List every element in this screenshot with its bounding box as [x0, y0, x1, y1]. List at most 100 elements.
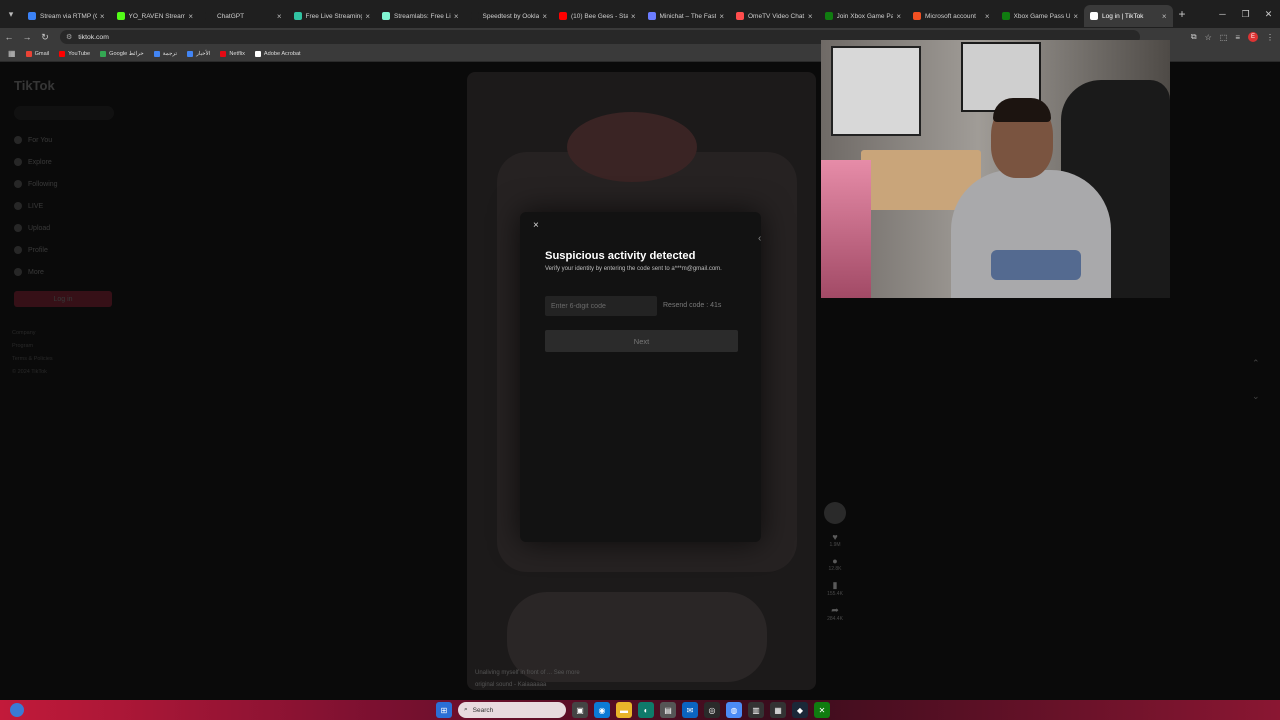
browser-tab[interactable]: Speedtest by Ookla × [465, 5, 554, 27]
widgets-icon[interactable] [10, 703, 24, 717]
bookmark-item[interactable]: ترجمة [153, 50, 177, 57]
tab-label: Free Live Streaming [305, 12, 363, 20]
video-sound[interactable]: original sound - Kaiaaaaaa [475, 682, 546, 688]
sidebar-item-more[interactable]: More [14, 268, 44, 276]
tab-close-icon[interactable]: × [277, 12, 282, 21]
bookmark-item[interactable]: Gmail [25, 50, 49, 57]
tiktok-logo[interactable]: TikTok [14, 78, 55, 93]
comment-button[interactable]: ● 12.8K [828, 556, 841, 572]
forward-icon[interactable]: → [18, 32, 36, 42]
more-icon [14, 268, 22, 276]
tab-close-icon[interactable]: × [188, 12, 193, 21]
sidebar-item-following[interactable]: Following [14, 180, 58, 188]
browser-tab[interactable]: Microsoft account × [907, 5, 996, 27]
sidebar-toggle-icon[interactable]: ≡ [1235, 33, 1240, 42]
footer-link[interactable]: Program [12, 343, 33, 349]
bookmark-item[interactable]: Google خرائط [100, 50, 144, 57]
minimize-icon[interactable]: ─ [1211, 0, 1234, 28]
tab-close-icon[interactable]: × [542, 12, 547, 21]
sidebar-item-for-you[interactable]: For You [14, 136, 52, 144]
browser-tab[interactable]: Join Xbox Game Pa × [819, 5, 908, 27]
task-view-icon[interactable]: ▣ [572, 702, 588, 718]
creator-avatar[interactable] [824, 502, 846, 524]
copilot-icon[interactable]: ◉ [594, 702, 610, 718]
maximize-icon[interactable]: ❐ [1234, 0, 1257, 28]
app-icon[interactable]: ▥ [748, 702, 764, 718]
tab-close-icon[interactable]: × [1073, 12, 1078, 21]
bookmark-favicon-icon [25, 50, 32, 57]
sidebar-login-button[interactable]: Log in [14, 291, 112, 307]
edge-icon[interactable]: ◐ [638, 702, 654, 718]
tab-close-icon[interactable]: × [808, 12, 813, 21]
tab-close-icon[interactable]: × [631, 12, 636, 21]
browser-tab[interactable]: OmeTV Video Chat × [730, 5, 819, 27]
app-icon[interactable]: ◎ [704, 702, 720, 718]
chevron-up-icon[interactable]: ⌃ [1252, 358, 1260, 369]
chevron-left-icon[interactable]: ‹ [758, 233, 761, 244]
tab-close-icon[interactable]: × [985, 12, 990, 21]
install-app-icon[interactable]: ⧉ [1191, 32, 1197, 42]
next-button[interactable]: Next [545, 330, 738, 352]
close-icon[interactable]: × [533, 220, 539, 231]
browser-tab[interactable]: Minichat – The Fast × [642, 5, 731, 27]
sidebar-item-explore[interactable]: Explore [14, 158, 52, 166]
code-input[interactable] [545, 296, 657, 316]
close-window-icon[interactable]: ✕ [1257, 0, 1280, 28]
file-explorer-icon[interactable]: ▬ [616, 702, 632, 718]
store-icon[interactable]: ▤ [660, 702, 676, 718]
profile-avatar[interactable]: E [1248, 32, 1258, 42]
app-icon[interactable]: ▦ [770, 702, 786, 718]
tab-favicon-icon [293, 12, 302, 20]
bookmark-item[interactable]: Adobe Acrobat [254, 50, 301, 57]
browser-tab[interactable]: Free Live Streaming × [288, 5, 377, 27]
browser-tab[interactable]: YO_RAVEN Stream × [111, 5, 200, 27]
tab-close-icon[interactable]: × [365, 12, 370, 21]
save-button[interactable]: ▮ 155.4K [827, 580, 843, 597]
people-icon [14, 180, 22, 188]
browser-tab[interactable]: ChatGPT × [199, 5, 288, 27]
footer-link[interactable]: Terms & Policies [12, 356, 53, 362]
sidebar-search-input[interactable] [14, 106, 114, 120]
webcam-overlay [821, 40, 1170, 298]
reload-icon[interactable]: ↻ [36, 32, 54, 43]
chevron-down-icon[interactable]: ⌄ [1252, 391, 1260, 402]
tab-close-icon[interactable]: × [100, 12, 105, 21]
bookmark-star-icon[interactable]: ☆ [1205, 33, 1212, 42]
windows-start-icon[interactable]: ⊞ [436, 702, 452, 718]
sidebar-item-upload[interactable]: Upload [14, 224, 50, 232]
bookmark-item[interactable]: Netflix [220, 50, 245, 57]
new-tab-icon[interactable]: + [1179, 7, 1186, 21]
steam-icon[interactable]: ◆ [792, 702, 808, 718]
browser-tab[interactable]: Streamlabs: Free Li × [376, 5, 465, 27]
resend-code-link[interactable]: Resend code : 41s [663, 302, 721, 309]
sidebar-item-live[interactable]: LIVE [14, 202, 43, 210]
chrome-icon[interactable]: ◍ [726, 702, 742, 718]
xbox-icon[interactable]: ✕ [814, 702, 830, 718]
share-button[interactable]: ➦ 284.4K [827, 605, 843, 622]
mail-icon[interactable]: ✉ [682, 702, 698, 718]
browser-tab[interactable]: Log in | TikTok × [1084, 5, 1173, 27]
tab-close-icon[interactable]: × [896, 12, 901, 21]
tab-favicon-icon [205, 12, 213, 20]
tab-label: Streamlabs: Free Li [394, 12, 451, 20]
feed-navigation: ⌃ ⌄ [1252, 358, 1260, 402]
streamer [951, 98, 1111, 298]
back-icon[interactable]: ← [0, 32, 18, 42]
like-button[interactable]: ♥ 1.9M [829, 532, 840, 548]
footer-link[interactable]: Company [12, 330, 36, 336]
bookmark-item[interactable]: YouTube [59, 50, 90, 57]
extensions-icon[interactable]: ⬚ [1220, 33, 1228, 42]
browser-tab[interactable]: Xbox Game Pass Ul × [996, 5, 1085, 27]
site-info-icon[interactable]: ⚙ [66, 33, 72, 41]
bookmark-item[interactable]: الأخبار [187, 50, 210, 57]
apps-grid-icon[interactable]: ▦ [8, 49, 16, 58]
browser-menu-icon[interactable]: ⋮ [1266, 33, 1274, 42]
tab-close-icon[interactable]: × [1162, 12, 1167, 21]
browser-tab[interactable]: (10) Bee Gees - Stay × [553, 5, 642, 27]
tab-close-icon[interactable]: × [454, 12, 459, 21]
taskbar-search[interactable]: ⌕ Search [458, 702, 566, 718]
browser-tab[interactable]: Stream via RTMP (C × [22, 5, 111, 27]
tab-search-icon[interactable]: ▾ [0, 3, 22, 25]
tab-close-icon[interactable]: × [719, 12, 724, 21]
sidebar-item-profile[interactable]: Profile [14, 246, 48, 254]
